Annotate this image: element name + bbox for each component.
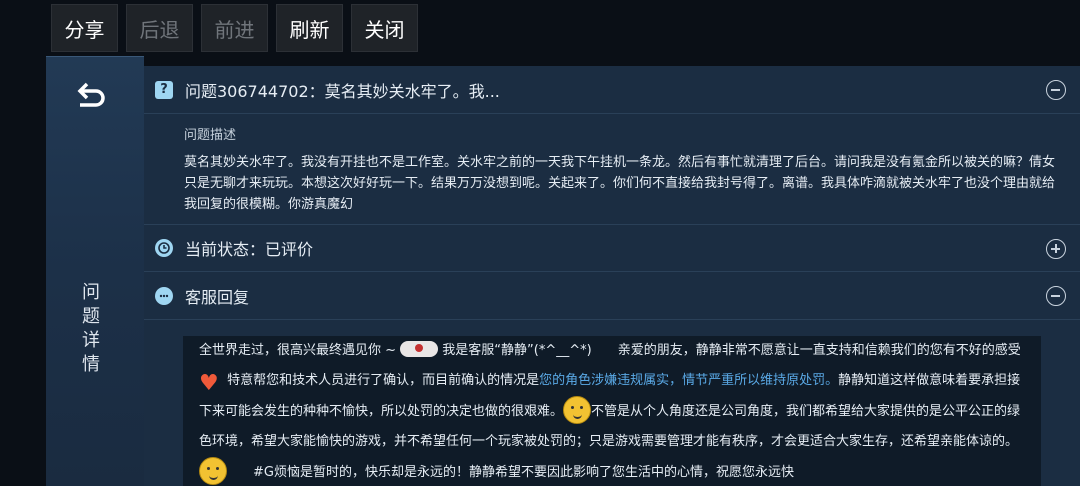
clock-icon	[155, 239, 173, 257]
question-title: 问题306744702：莫名其妙关水牢了。我...	[185, 81, 500, 101]
question-icon: ?	[155, 80, 173, 99]
reply-text-part: 特意帮您和技术人员进行了确认，而目前确认的情况是	[227, 373, 540, 388]
return-arrow-icon[interactable]	[76, 81, 106, 107]
question-row[interactable]: ? 问题306744702：莫名其妙关水牢了。我...	[144, 66, 1080, 114]
reply-row[interactable]: 客服回复	[144, 272, 1080, 320]
smiley-emoticon-icon	[400, 341, 439, 357]
sad-emoji-icon	[199, 457, 227, 485]
side-title-char: 情	[82, 354, 100, 375]
description-text: 莫名其妙关水牢了。我没有开挂也不是工作室。关水牢之前的一天我下午挂机一条龙。然后…	[184, 155, 1056, 212]
chat-bubble-icon	[155, 286, 173, 305]
top-toolbar: 分享 后退 前进 刷新 关闭	[51, 4, 418, 52]
side-title: 问 题 详 情	[76, 281, 106, 377]
thinking-emoji-icon	[563, 396, 592, 424]
reply-text-part: 全世界走过，很高兴最终遇见你 ~	[199, 343, 401, 358]
collapse-icon[interactable]	[1046, 286, 1066, 306]
reply-title: 客服回复	[185, 287, 250, 307]
refresh-button[interactable]: 刷新	[276, 4, 343, 52]
close-button[interactable]: 关闭	[351, 4, 418, 52]
penalty-highlight: 您的角色涉嫌违规属实，情节严重所以维持原处罚。	[539, 373, 839, 388]
status-row[interactable]: 当前状态：已评价	[144, 224, 1080, 272]
status-title: 当前状态：已评价	[185, 240, 314, 259]
description-label: 问题描述	[184, 128, 237, 143]
reply-text-part: 我是客服“静静”(*^__^*) 亲爱的朋友，静静非常不愿意让一直支持和信赖我们…	[438, 343, 1021, 358]
side-title-char: 详	[82, 330, 100, 351]
side-title-char: 问	[82, 282, 100, 303]
expand-icon[interactable]	[1046, 239, 1066, 259]
heart-icon: ♥	[199, 371, 219, 396]
reply-text-part: #G烦恼是暂时的，快乐却是永远的！静静希望不要因此影响了您生活中的心情，祝愿您永…	[227, 465, 794, 480]
side-panel: 问 题 详 情	[46, 56, 144, 486]
forward-button[interactable]: 前进	[201, 4, 268, 52]
reply-content: 全世界走过，很高兴最终遇见你 ~ 我是客服“静静”(*^__^*) 亲爱的朋友，…	[183, 336, 1041, 486]
detail-panel: ? 问题306744702：莫名其妙关水牢了。我... 问题描述 莫名其妙关水牢…	[144, 66, 1080, 486]
share-button[interactable]: 分享	[51, 4, 118, 52]
back-button[interactable]: 后退	[126, 4, 193, 52]
side-title-char: 题	[82, 306, 100, 327]
reply-text: 全世界走过，很高兴最终遇见你 ~ 我是客服“静静”(*^__^*) 亲爱的朋友，…	[199, 336, 1029, 486]
collapse-icon[interactable]	[1046, 80, 1066, 100]
